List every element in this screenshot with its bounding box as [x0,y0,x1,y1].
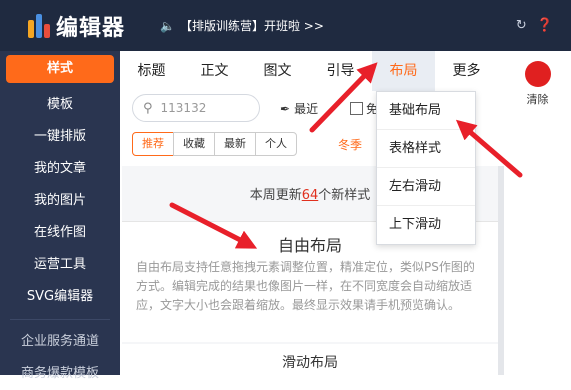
sidebar-item-ops-tools[interactable]: 运营工具 [0,249,120,281]
update-count[interactable]: 64 [302,188,319,203]
card-description: 自由布局支持任意拖拽元素调整位置，精准定位，类似PS作图的方式。编辑完成的结果也… [136,260,475,312]
recent-label: 最近 [294,102,319,116]
logo-mark-icon [28,14,50,38]
sidebar-item-my-articles[interactable]: 我的文章 [0,153,120,185]
sidebar-item-online-design[interactable]: 在线作图 [0,217,120,249]
season-filter[interactable]: 冬季 [338,136,362,153]
search-box[interactable]: ⚲ [132,94,260,122]
clear-button[interactable]: 清除 [504,51,571,116]
announcement-text: 【排版训练营】开班啦 >> [179,19,324,33]
checkbox-icon [350,102,363,115]
tab-title[interactable]: 标题 [120,51,183,91]
filter-recommended[interactable]: 推荐 [132,132,174,156]
logo[interactable]: 编辑器 [28,12,126,41]
sidebar: 样式 模板 一键排版 我的文章 我的图片 在线作图 运营工具 SVG编辑器 企业… [0,51,120,381]
sidebar-item-one-click-layout[interactable]: 一键排版 [0,121,120,153]
tab-guide[interactable]: 引导 [309,51,372,91]
sidebar-item-style[interactable]: 样式 [6,55,114,83]
filter-pills: 推荐 收藏 最新 个人 [132,132,297,156]
sidebar-item-template[interactable]: 模板 [0,89,120,121]
tab-image-text[interactable]: 图文 [246,51,309,91]
category-tabs: 标题 正文 图文 引导 布局 更多 [120,51,498,91]
menu-item-table-style[interactable]: 表格样式 [377,130,475,168]
tab-layout[interactable]: 布局 [372,51,435,91]
tab-body[interactable]: 正文 [183,51,246,91]
clear-color-dot [524,61,551,87]
menu-item-vertical-scroll[interactable]: 上下滑动 [377,206,475,243]
filter-personal[interactable]: 个人 [255,132,297,156]
sidebar-item-business-templates[interactable]: 商务爆款模板 [0,358,120,390]
scrollbar[interactable] [498,166,504,375]
search-icon: ⚲ [143,100,153,116]
search-input[interactable] [158,100,253,116]
speaker-icon: 🔈 [160,18,175,33]
sidebar-item-my-images[interactable]: 我的图片 [0,185,120,217]
announcement-link[interactable]: 🔈 【排版训练营】开班啦 >> [160,17,324,34]
help-icon[interactable]: ❓ [537,18,553,33]
sidebar-item-enterprise[interactable]: 企业服务通道 [0,326,120,358]
sidebar-divider [10,319,110,320]
filter-newest[interactable]: 最新 [214,132,256,156]
menu-item-horizontal-scroll[interactable]: 左右滑动 [377,168,475,206]
filter-favorites[interactable]: 收藏 [173,132,215,156]
free-filter-checkbox[interactable]: 免 [350,100,378,117]
app-title: 编辑器 [56,16,126,41]
refresh-icon[interactable]: ↻ [516,18,527,33]
tab-more[interactable]: 更多 [435,51,498,91]
pen-icon: ✒ [280,101,291,116]
layout-dropdown-menu: 基础布局 表格样式 左右滑动 上下滑动 [376,91,476,245]
recent-button[interactable]: ✒ 最近 [280,100,318,117]
top-bar: 编辑器 🔈 【排版训练营】开班啦 >> ↻ ❓ [0,0,571,51]
sidebar-item-svg-editor[interactable]: SVG编辑器 [0,281,120,313]
clear-label: 清除 [526,93,549,106]
menu-item-basic-layout[interactable]: 基础布局 [377,92,475,130]
layout-card-scroll[interactable]: 滑动布局 [122,344,498,384]
card-title: 滑动布局 [282,355,338,371]
